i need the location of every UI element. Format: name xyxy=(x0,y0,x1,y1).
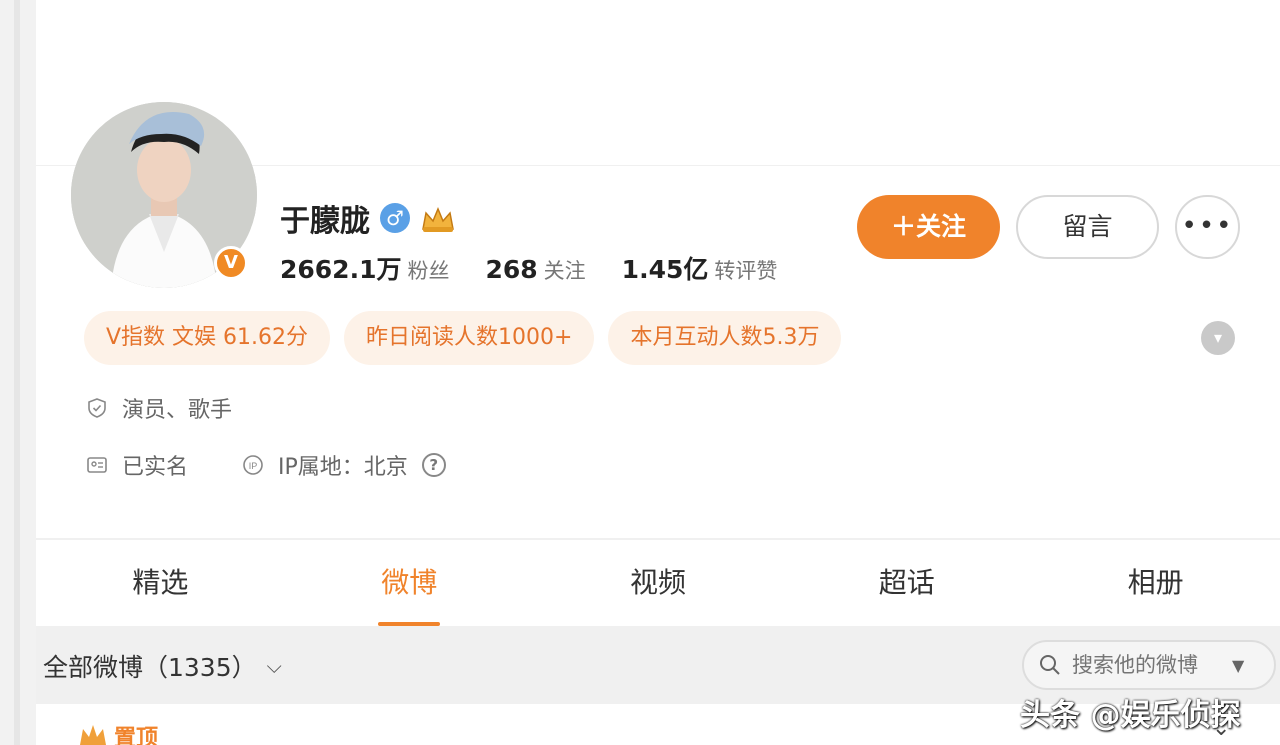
ip-location-text: IP属地：北京 xyxy=(278,455,408,480)
identity-row: 已实名 IP IP属地：北京 ? xyxy=(86,449,446,481)
chevron-down-icon: ⌵ xyxy=(266,654,282,678)
tag-daily-readers[interactable]: 昨日阅读人数1000+ xyxy=(344,311,595,365)
watermark-text: 头条 @娱乐侦探 xyxy=(1020,698,1241,733)
profile-name: 于朦胧 xyxy=(280,204,370,239)
more-options-button[interactable]: ••• xyxy=(1175,195,1240,259)
male-icon: ♂ xyxy=(380,203,410,233)
message-button[interactable]: 留言 xyxy=(1016,195,1159,259)
tab-videos[interactable]: 视频 xyxy=(534,540,783,626)
following-label: 关注 xyxy=(543,259,586,283)
svg-text:IP: IP xyxy=(249,461,258,471)
interactions-label: 转评赞 xyxy=(714,259,778,283)
pinned-label: 置顶 xyxy=(78,720,158,745)
weibo-profile-page: V 于朦胧 ♂ 2662.1万 粉丝 268 关注 1.45亿 转评赞 ＋关注 xyxy=(0,0,1280,745)
name-row: 于朦胧 ♂ xyxy=(280,196,456,240)
shield-icon xyxy=(88,398,106,418)
expand-chevron-icon[interactable]: ▾ xyxy=(1201,321,1235,355)
tab-weibo[interactable]: 微博 xyxy=(285,540,534,626)
help-icon[interactable]: ? xyxy=(421,453,446,477)
stat-fans[interactable]: 2662.1万 粉丝 xyxy=(280,250,449,286)
tab-featured[interactable]: 精选 xyxy=(36,540,285,626)
verified-badge-icon: V xyxy=(214,246,248,280)
left-scroll-rail xyxy=(0,0,36,745)
feed-filter-dropdown[interactable]: 全部微博（1335） ⌵ xyxy=(43,648,282,684)
interactions-count: 1.45亿 xyxy=(621,255,709,284)
feed-title: 全部微博（1335） xyxy=(43,653,257,682)
ip-icon: IP xyxy=(243,455,263,475)
tags-row: V指数 文娱 61.62分 昨日阅读人数1000+ 本月互动人数5.3万 xyxy=(84,311,842,365)
tag-v-index[interactable]: V指数 文娱 61.62分 xyxy=(84,311,331,365)
stats-row: 2662.1万 粉丝 268 关注 1.45亿 转评赞 xyxy=(280,250,777,286)
profile-tabs: 精选 微博 视频 超话 相册 xyxy=(36,540,1280,626)
feed-search-box[interactable]: ▼ xyxy=(1022,640,1276,690)
profile-card: V 于朦胧 ♂ 2662.1万 粉丝 268 关注 1.45亿 转评赞 ＋关注 xyxy=(36,0,1280,538)
occupation-row: 演员、歌手 xyxy=(86,392,232,424)
pin-crown-icon xyxy=(80,725,106,745)
follow-button[interactable]: ＋关注 xyxy=(857,195,1000,259)
real-name-text: 已实名 xyxy=(122,455,189,480)
tab-album[interactable]: 相册 xyxy=(1031,540,1280,626)
occupation-text: 演员、歌手 xyxy=(122,398,233,423)
crown-level-icon[interactable] xyxy=(420,203,456,233)
stat-interactions: 1.45亿 转评赞 xyxy=(622,250,778,286)
search-icon xyxy=(1040,655,1060,675)
following-count: 268 xyxy=(485,255,538,284)
search-input[interactable] xyxy=(1072,653,1222,677)
fans-count: 2662.1万 xyxy=(280,255,402,284)
fans-label: 粉丝 xyxy=(407,259,450,283)
id-card-icon xyxy=(87,457,107,473)
tab-super-topic[interactable]: 超话 xyxy=(782,540,1031,626)
search-dropdown-icon[interactable]: ▼ xyxy=(1232,656,1244,675)
tag-monthly-interactions[interactable]: 本月互动人数5.3万 xyxy=(608,311,842,365)
pinned-text: 置顶 xyxy=(114,726,159,745)
stat-following[interactable]: 268 关注 xyxy=(485,255,585,285)
